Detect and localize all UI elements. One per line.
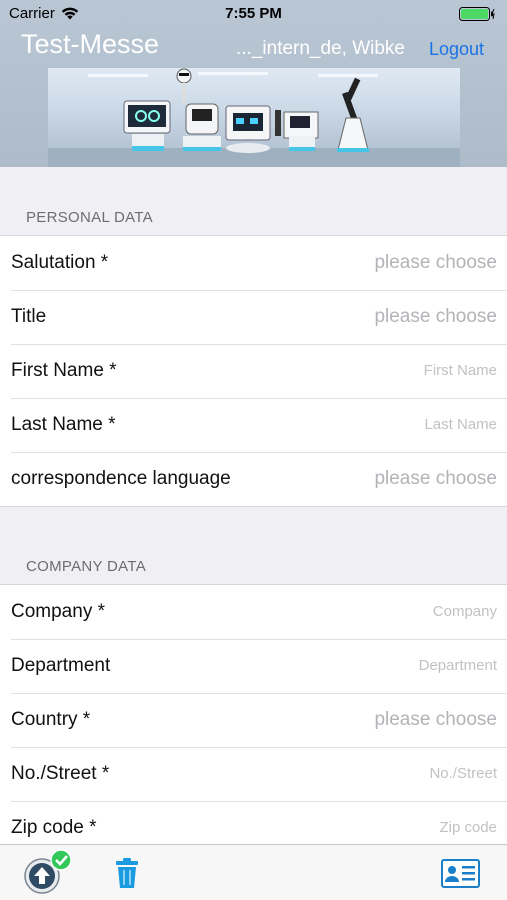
- row-label: Country *: [11, 709, 91, 730]
- correspondence-language-row[interactable]: correspondence language please choose: [0, 452, 507, 506]
- country-select[interactable]: please choose: [374, 709, 497, 731]
- status-bar: Carrier 7:55 PM: [0, 0, 507, 28]
- last-name-field[interactable]: Last Name: [424, 416, 497, 433]
- row-label: Last Name *: [11, 414, 116, 435]
- salutation-select[interactable]: please choose: [374, 252, 497, 274]
- title-row[interactable]: Title please choose: [0, 290, 507, 344]
- bottom-toolbar: [0, 844, 507, 900]
- row-label: Title: [11, 306, 47, 327]
- banner-illustration: [48, 68, 460, 167]
- first-name-row[interactable]: First Name * First Name: [0, 344, 507, 398]
- personal-data-group: Salutation * please choose Title please …: [0, 235, 507, 507]
- personal-data-header: PERSONAL DATA: [26, 209, 153, 226]
- title-select[interactable]: please choose: [374, 306, 497, 328]
- row-label: Salutation *: [11, 252, 109, 273]
- last-name-row[interactable]: Last Name * Last Name: [0, 398, 507, 452]
- company-row[interactable]: Company * Company: [0, 585, 507, 639]
- row-label: Department: [11, 655, 111, 676]
- robots-banner: [48, 68, 460, 167]
- status-time: 7:55 PM: [225, 5, 282, 22]
- country-row[interactable]: Country * please choose: [0, 693, 507, 747]
- trash-icon[interactable]: [114, 857, 140, 889]
- company-field[interactable]: Company: [433, 603, 497, 620]
- company-data-group: Company * Company Department Department …: [0, 584, 507, 844]
- company-data-header: COMPANY DATA: [26, 558, 147, 575]
- user-name: ..._intern_de, Wibke: [236, 38, 405, 59]
- street-field[interactable]: No./Street: [429, 765, 497, 782]
- form-scroll-area[interactable]: PERSONAL DATA Salutation * please choose…: [0, 167, 507, 844]
- app-title: Test-Messe: [21, 29, 160, 59]
- department-field[interactable]: Department: [419, 657, 497, 674]
- row-label: Zip code *: [11, 817, 97, 838]
- salutation-row[interactable]: Salutation * please choose: [0, 236, 507, 290]
- row-label: First Name *: [11, 360, 117, 381]
- logout-button[interactable]: Logout: [429, 39, 484, 60]
- upload-check-icon[interactable]: [22, 849, 74, 897]
- zip-code-row[interactable]: Zip code * Zip code: [0, 801, 507, 844]
- zip-code-field[interactable]: Zip code: [439, 819, 497, 836]
- correspondence-language-select[interactable]: please choose: [374, 468, 497, 490]
- contact-card-icon[interactable]: [441, 859, 480, 888]
- row-label: No./Street *: [11, 763, 110, 784]
- street-row[interactable]: No./Street * No./Street: [0, 747, 507, 801]
- department-row[interactable]: Department Department: [0, 639, 507, 693]
- battery-icon: [459, 7, 495, 21]
- row-label: Company *: [11, 601, 105, 622]
- row-label: correspondence language: [11, 468, 231, 489]
- header: Carrier 7:55 PM Test-Messe ..._intern_de…: [0, 0, 507, 167]
- first-name-field[interactable]: First Name: [424, 362, 497, 379]
